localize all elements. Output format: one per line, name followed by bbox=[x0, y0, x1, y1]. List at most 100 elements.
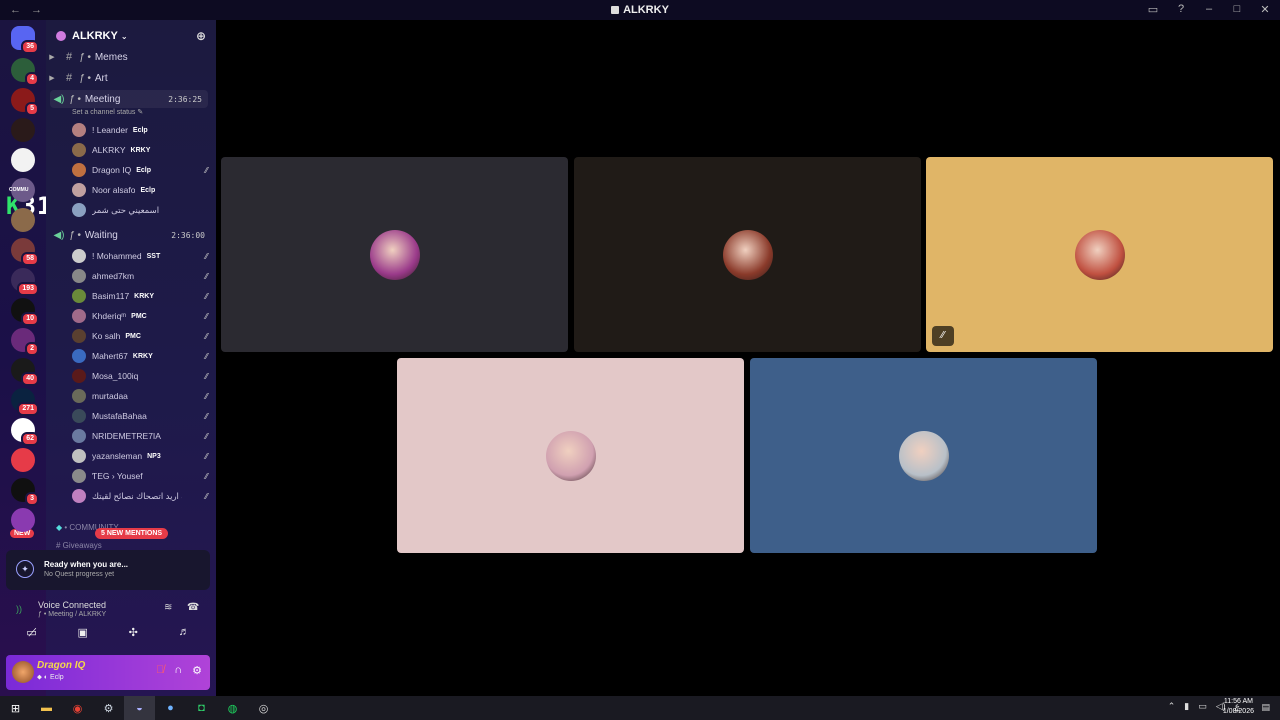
server-icon[interactable] bbox=[11, 118, 35, 142]
server-icon[interactable]: 62 bbox=[11, 418, 39, 446]
quest-card[interactable]: ✦ Ready when you are... No Quest progres… bbox=[6, 550, 210, 590]
guild-header[interactable]: ALKRKY ⌄ ⊕ bbox=[46, 24, 216, 48]
voice-user[interactable]: MustafaBahaa ⁄⁄ bbox=[72, 407, 208, 425]
channel-waiting[interactable]: ◀) ƒ • Waiting 2:36:00 bbox=[46, 226, 211, 244]
channel-memes[interactable]: ▶ # ƒ • Memes bbox=[46, 48, 211, 66]
steam-icon[interactable]: ⚙ bbox=[93, 696, 124, 720]
channel-art[interactable]: ▶ # ƒ • Art bbox=[46, 69, 211, 87]
voice-user[interactable]: ALKRKY KRKY bbox=[72, 141, 208, 159]
xbox-icon[interactable]: ◘ bbox=[186, 696, 217, 720]
participant-tile[interactable]: ⁄⁄ bbox=[926, 157, 1273, 352]
voice-user[interactable]: ! Leander Eclp bbox=[72, 121, 208, 139]
new-mentions-badge[interactable]: 5 NEW MENTIONS bbox=[95, 528, 169, 539]
windows-start-icon[interactable]: ⊞ bbox=[0, 696, 31, 720]
file-explorer-icon[interactable]: ▬ bbox=[31, 696, 62, 720]
channel-meeting[interactable]: ◀) ƒ • Meeting 2:36:25 bbox=[50, 90, 208, 108]
voice-user[interactable]: اسمعيني حتى شمر bbox=[72, 201, 208, 219]
soundboard-icon[interactable]: ♬ bbox=[179, 626, 190, 639]
voice-user[interactable]: ! Mohammed SST ⁄⁄ bbox=[72, 247, 208, 265]
channel-label: Art bbox=[94, 72, 108, 84]
obs-icon[interactable]: ◎ bbox=[248, 696, 279, 720]
disconnect-icon[interactable]: ☎ bbox=[187, 602, 199, 613]
chrome-icon[interactable]: ◉ bbox=[62, 696, 93, 720]
mention-badge: 3 bbox=[25, 492, 39, 506]
guild-icon bbox=[56, 31, 66, 41]
server-icon[interactable]: 3 bbox=[11, 478, 39, 506]
activities-icon[interactable]: ✣ bbox=[129, 626, 138, 639]
gear-icon[interactable]: ⚙ bbox=[192, 664, 202, 677]
app-icon[interactable]: ● bbox=[155, 696, 186, 720]
server-icon[interactable]: 40 bbox=[11, 358, 39, 386]
speaker-icon: ◀) bbox=[53, 93, 65, 105]
channel-status[interactable]: Set a channel status ✎ bbox=[72, 108, 143, 116]
voice-user[interactable]: Basim117 KRKY ⁄⁄ bbox=[72, 287, 208, 305]
server-icon[interactable]: 58 bbox=[11, 238, 39, 266]
voice-user[interactable]: Noor alsafo Eclp bbox=[72, 181, 208, 199]
voice-user[interactable]: Mahert67 KRKY ⁄⁄ bbox=[72, 347, 208, 365]
chevron-up-icon[interactable]: ⌃ bbox=[1168, 701, 1176, 712]
noise-suppression-icon[interactable]: ≋ bbox=[164, 602, 172, 613]
server-icon[interactable] bbox=[11, 208, 35, 232]
display-icon[interactable]: ▭ bbox=[1198, 701, 1207, 712]
mic-muted-icon: ⁄⁄ bbox=[932, 326, 954, 346]
avatar bbox=[72, 249, 86, 263]
close-button[interactable]: ✕ bbox=[1258, 3, 1272, 16]
forward-arrow-icon[interactable]: → bbox=[31, 4, 42, 16]
voice-user[interactable]: yazansleman NP3 ⁄⁄ bbox=[72, 447, 208, 465]
participant-avatar bbox=[1074, 229, 1125, 280]
voice-user[interactable]: عليك لوك عليك اريد اتصحاك نصائح لقيتك ⁄⁄ bbox=[72, 487, 208, 505]
voice-user[interactable]: ƬEG › Yousef ⁄⁄ bbox=[72, 467, 208, 485]
help-icon[interactable]: ? bbox=[1174, 3, 1188, 16]
clan-tag: Eclp bbox=[140, 186, 156, 194]
participant-tile[interactable] bbox=[750, 358, 1097, 553]
server-icon[interactable]: 4 bbox=[11, 58, 39, 86]
quest-title: Ready when you are... bbox=[44, 560, 129, 569]
voice-channel[interactable]: ƒ • Meeting / ALKRKY bbox=[38, 611, 106, 618]
spotify-icon[interactable]: ◍ bbox=[217, 696, 248, 720]
back-arrow-icon[interactable]: ← bbox=[10, 4, 21, 16]
username[interactable]: Dragon IQ bbox=[37, 660, 85, 671]
voice-user[interactable]: ahmed7km ⁄⁄ bbox=[72, 267, 208, 285]
server-icon[interactable]: 193 bbox=[11, 268, 39, 296]
muted-icon: ⁄⁄ bbox=[205, 411, 208, 421]
notification-icon[interactable]: ▤ bbox=[1261, 702, 1270, 713]
participant-tile[interactable] bbox=[574, 157, 921, 352]
avatar[interactable] bbox=[12, 661, 34, 683]
voice-panel: )) Voice Connected ƒ • Meeting / ALKRKY … bbox=[6, 594, 210, 650]
mic-muted-icon[interactable]: 🎙̸ bbox=[156, 664, 164, 677]
user-panel: Dragon IQ ⬥ ◐ Eclp 🎙̸ ∩ ⚙ bbox=[6, 655, 210, 690]
add-member-icon[interactable]: ⊕ bbox=[196, 29, 206, 43]
maximize-button[interactable]: □ bbox=[1230, 3, 1244, 16]
server-icon[interactable]: 10 bbox=[11, 298, 39, 326]
participant-tile[interactable] bbox=[221, 157, 568, 352]
voice-user[interactable]: NRIDEMETRE7IA ⁄⁄ bbox=[72, 427, 208, 445]
voice-user[interactable]: Dragon IQ Eclp ⁄⁄ bbox=[72, 161, 208, 179]
voice-user[interactable]: murtadaa ⁄⁄ bbox=[72, 387, 208, 405]
clock[interactable]: 11:56 AM 1/08/2026 bbox=[1223, 697, 1254, 717]
voice-stage: ⁄⁄ bbox=[216, 20, 1280, 700]
screen-share-icon[interactable]: ▣ bbox=[78, 626, 88, 639]
mic-icon[interactable]: ▮ bbox=[1184, 701, 1189, 712]
channel-giveaways[interactable]: # Giveaways bbox=[56, 541, 102, 550]
voice-user[interactable]: Mosa_100iq ⁄⁄ bbox=[72, 367, 208, 385]
chevron-right-icon: ▶ bbox=[49, 75, 55, 82]
server-icon[interactable] bbox=[11, 148, 35, 172]
server-icon[interactable]: 5 bbox=[11, 88, 39, 116]
participant-tile[interactable] bbox=[397, 358, 744, 553]
server-icon[interactable] bbox=[11, 448, 35, 472]
muted-icon: ⁄⁄ bbox=[205, 271, 208, 281]
mention-badge: 5 bbox=[25, 102, 39, 116]
camera-off-icon[interactable]: ▭̸ bbox=[26, 626, 36, 639]
avatar bbox=[72, 449, 86, 463]
server-icon[interactable] bbox=[11, 508, 35, 532]
headphones-icon[interactable]: ∩ bbox=[174, 664, 182, 677]
voice-user-name: Ko salh bbox=[92, 331, 121, 341]
voice-user[interactable]: Khderiqᵐ PMC ⁄⁄ bbox=[72, 307, 208, 325]
server-icon[interactable]: 36 bbox=[11, 26, 39, 54]
discord-icon[interactable]: ◒ bbox=[124, 696, 155, 720]
minimize-button[interactable]: – bbox=[1202, 3, 1216, 16]
server-icon[interactable]: 271 bbox=[11, 388, 39, 416]
inbox-icon[interactable]: ▭ bbox=[1146, 3, 1160, 16]
voice-user[interactable]: Ko salh PMC ⁄⁄ bbox=[72, 327, 208, 345]
server-icon[interactable]: 2 bbox=[11, 328, 39, 356]
